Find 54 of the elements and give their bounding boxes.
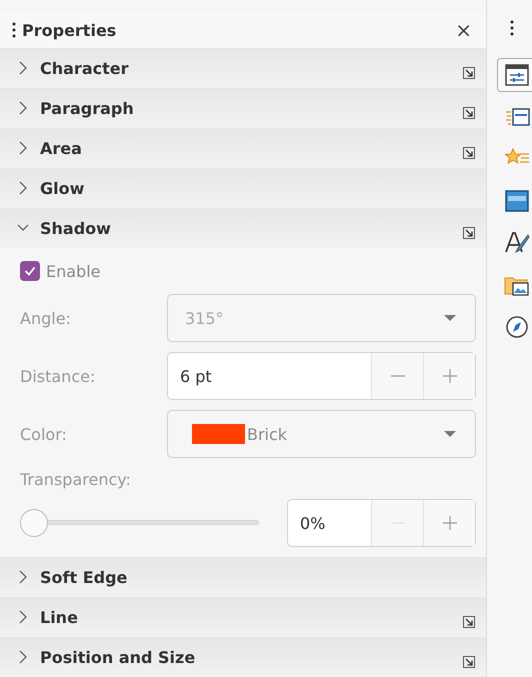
check-icon [24,266,36,276]
dropdown-arrow-icon [443,430,457,438]
more-options-button[interactable] [462,615,476,629]
more-options-icon [462,66,476,80]
more-options-button[interactable] [462,226,476,240]
slider-thumb[interactable] [20,509,48,537]
field-label: Angle: [20,308,72,328]
more-options-button[interactable] [462,146,476,160]
chevron-right-icon [17,610,29,624]
section-title: Soft Edge [40,568,128,586]
field-label: Distance: [20,366,96,386]
section-title: Line [40,608,79,626]
section-header[interactable]: Soft Edge [0,557,486,597]
checkbox[interactable] [20,261,40,281]
section-title: Glow [40,178,86,198]
close-button[interactable]: × [451,18,476,42]
grip-icon [12,22,16,38]
more-options-icon [462,655,476,669]
window-icon [504,188,530,214]
section-title: Area [40,138,83,158]
section-header[interactable]: Area [0,128,486,168]
chevron-right-icon [17,570,29,584]
field-label: Transparency: [20,470,132,489]
section-header[interactable]: Character [0,48,486,88]
section-header[interactable]: Glow [0,168,486,208]
chevron-right-icon [17,141,29,155]
more-options-button[interactable] [462,66,476,80]
section-header[interactable]: Position and Size [0,637,486,677]
more-options-icon [462,226,476,240]
sliders-window-icon [504,62,530,88]
section-title: Character [40,58,130,78]
slider-track[interactable] [20,509,259,537]
checkbox-label: Enable [46,262,100,280]
more-options-button[interactable] [462,106,476,120]
sidebar-tab[interactable] [497,58,532,92]
letter-brush-icon [504,230,530,256]
chevron-right-icon [17,61,29,75]
field-label: Color: [20,424,68,444]
panel-title: Properties [22,20,118,40]
more-options-icon [462,615,476,629]
more-options-button[interactable] [462,655,476,669]
chevron-right-icon [17,181,29,195]
chevron-right-icon [17,650,29,664]
section-title: Shadow [40,218,112,238]
more-options-icon [462,106,476,120]
section-header[interactable]: Line [0,597,486,637]
section-header[interactable]: Paragraph [0,88,486,128]
section-title: Position and Size [40,648,196,666]
section-header[interactable]: Shadow [0,208,486,248]
section-title: Paragraph [40,98,135,118]
grip-icon [510,20,514,36]
more-options-icon [462,146,476,160]
chevron-right-icon [17,101,29,115]
dropdown-arrow-icon [443,314,457,322]
